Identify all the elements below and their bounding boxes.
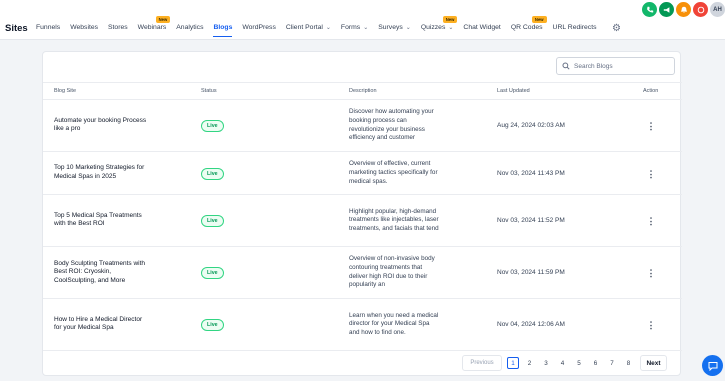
nav-item-label: WordPress: [242, 24, 276, 31]
next-page-button[interactable]: Next: [640, 355, 667, 371]
nav-menu: Funnels Websites Stores Webinars New Analytic…: [36, 16, 607, 37]
nav-item-url-redirects[interactable]: URL Redirects: [553, 24, 597, 31]
nav-item-label: Websites: [70, 24, 99, 31]
more-actions-kebab-icon[interactable]: ⋮: [646, 167, 656, 181]
last-updated-date: Aug 24, 2024 02:03 AM: [497, 122, 565, 129]
nav-item-label: Stores: [108, 24, 128, 31]
blog-title[interactable]: Body Sculpting Treatments with Best ROI:…: [54, 260, 149, 286]
nav-item-stores[interactable]: Stores: [108, 24, 128, 31]
new-badge: New: [531, 16, 547, 23]
nav-item-surveys[interactable]: Surveys ⌄: [378, 24, 411, 31]
more-actions-kebab-icon[interactable]: ⋮: [646, 266, 656, 280]
more-actions-kebab-icon[interactable]: ⋮: [646, 214, 656, 228]
table-row[interactable]: Top 5 Medical Spa Treatments with the Be…: [43, 195, 682, 247]
nav-item-websites[interactable]: Websites: [70, 24, 98, 31]
blog-description: Overview of effective, current marketing…: [349, 160, 438, 185]
nav-item-label: Blogs: [213, 24, 233, 31]
more-actions-kebab-icon[interactable]: ⋮: [646, 119, 656, 133]
nav-item-label: Webinars: [137, 24, 167, 31]
nav-item-qr-codes[interactable]: QR Codes New: [510, 16, 547, 31]
nav-item-funnels[interactable]: Funnels: [36, 24, 60, 31]
status-badge: Live: [201, 215, 224, 227]
page-number-button[interactable]: 5: [573, 357, 585, 369]
chevron-down-icon: ⌄: [405, 25, 411, 31]
nav-item-client-portal[interactable]: Client Portal ⌄: [286, 24, 331, 31]
nav-item-analytics[interactable]: Analytics: [176, 24, 203, 31]
nav-item-label: Client Portal: [285, 24, 323, 31]
nav-item-label: Surveys: [378, 24, 403, 31]
page-number-button[interactable]: 7: [606, 357, 618, 369]
help-icon[interactable]: [693, 2, 708, 17]
header-actions: AH: [640, 2, 725, 17]
megaphone-icon[interactable]: [659, 2, 674, 17]
blog-title[interactable]: Automate your booking Process like a pro: [54, 117, 149, 135]
status-badge: Live: [201, 319, 224, 331]
last-updated-date: Nov 04, 2024 12:06 AM: [497, 321, 565, 328]
table-row[interactable]: Automate your booking Process like a pro…: [43, 100, 682, 152]
nav-item-label: Quizzes: [420, 24, 446, 31]
top-navigation: Sites Funnels Websites Stores Webinars New An…: [0, 0, 725, 40]
blog-title[interactable]: How to Hire a Medical Director for your …: [54, 316, 149, 334]
last-updated-date: Nov 03, 2024 11:52 PM: [497, 217, 565, 224]
nav-item-label: QR Codes: [510, 24, 543, 31]
column-header-last-updated: Last Updated: [497, 88, 530, 94]
chevron-down-icon: ⌄: [448, 25, 454, 31]
page-number-button[interactable]: 8: [623, 357, 635, 369]
more-actions-kebab-icon[interactable]: ⋮: [646, 318, 656, 332]
user-avatar[interactable]: AH: [710, 2, 725, 17]
nav-item-blogs[interactable]: Blogs: [213, 24, 233, 37]
status-badge: Live: [201, 167, 224, 180]
column-header-status: Status: [201, 88, 217, 94]
notification-bell-icon[interactable]: [676, 2, 691, 17]
nav-item-label: Forms: [340, 24, 361, 31]
page-number-button[interactable]: 4: [557, 357, 569, 369]
blog-description: Learn when you need a medical director f…: [349, 311, 439, 337]
previous-page-button[interactable]: Previous: [462, 355, 502, 371]
phone-icon[interactable]: [642, 2, 657, 17]
blog-description: Highlight popular, high-demand treatment…: [349, 207, 439, 233]
nav-item-label: Funnels: [36, 24, 61, 31]
page-number-button[interactable]: 3: [540, 357, 552, 369]
page-number-button[interactable]: 1: [507, 357, 519, 369]
status-badge: Live: [201, 120, 224, 132]
table-row[interactable]: Top 10 Marketing Strategies for Medical …: [43, 152, 682, 195]
table-row[interactable]: How to Hire a Medical Director for your …: [43, 299, 682, 351]
nav-item-wordpress[interactable]: WordPress: [242, 24, 276, 31]
search-icon: [562, 62, 570, 70]
blog-description: Overview of non-invasive body contouring…: [349, 255, 435, 289]
chat-bubble-icon: [708, 361, 717, 371]
blog-title[interactable]: Top 5 Medical Spa Treatments with the Be…: [54, 212, 149, 230]
nav-item-label: Analytics: [176, 24, 204, 31]
search-input[interactable]: [574, 62, 669, 70]
settings-gear-icon[interactable]: ⚙: [612, 23, 623, 34]
blogs-card: Blog Site Status Description Last Update…: [42, 51, 682, 376]
blog-description: Discover how automating your booking pro…: [349, 108, 434, 142]
status-badge: Live: [201, 267, 224, 279]
last-updated-date: Nov 03, 2024 11:43 PM: [497, 169, 565, 177]
chevron-down-icon: ⌄: [325, 25, 331, 31]
search-box[interactable]: [556, 57, 675, 75]
new-badge: New: [442, 16, 458, 23]
nav-item-label: URL Redirects: [552, 24, 597, 31]
last-updated-date: Nov 03, 2024 11:59 PM: [497, 269, 565, 276]
nav-item-label: Chat Widget: [463, 24, 501, 31]
new-badge: New: [155, 16, 171, 23]
table-header: Blog Site Status Description Last Update…: [43, 82, 682, 100]
chevron-down-icon: ⌄: [363, 25, 369, 31]
table-row[interactable]: Body Sculpting Treatments with Best ROI:…: [43, 247, 682, 299]
app-title: Sites: [5, 23, 28, 34]
nav-item-quizzes[interactable]: Quizzes ⌄ New: [420, 16, 458, 31]
column-header-description: Description: [349, 88, 377, 94]
blog-title[interactable]: Top 10 Marketing Strategies for Medical …: [54, 164, 149, 182]
nav-item-forms[interactable]: Forms ⌄: [341, 24, 368, 31]
column-header-blog-site: Blog Site: [54, 88, 77, 94]
pagination: Previous 12345678 Next: [43, 355, 682, 371]
page-number-button[interactable]: 6: [590, 357, 602, 369]
chat-widget-button[interactable]: [702, 355, 723, 376]
nav-item-chat-widget[interactable]: Chat Widget: [463, 24, 500, 31]
column-header-action: Action: [643, 88, 659, 94]
page-number-button[interactable]: 2: [524, 357, 536, 369]
nav-item-webinars[interactable]: Webinars New: [137, 16, 171, 31]
